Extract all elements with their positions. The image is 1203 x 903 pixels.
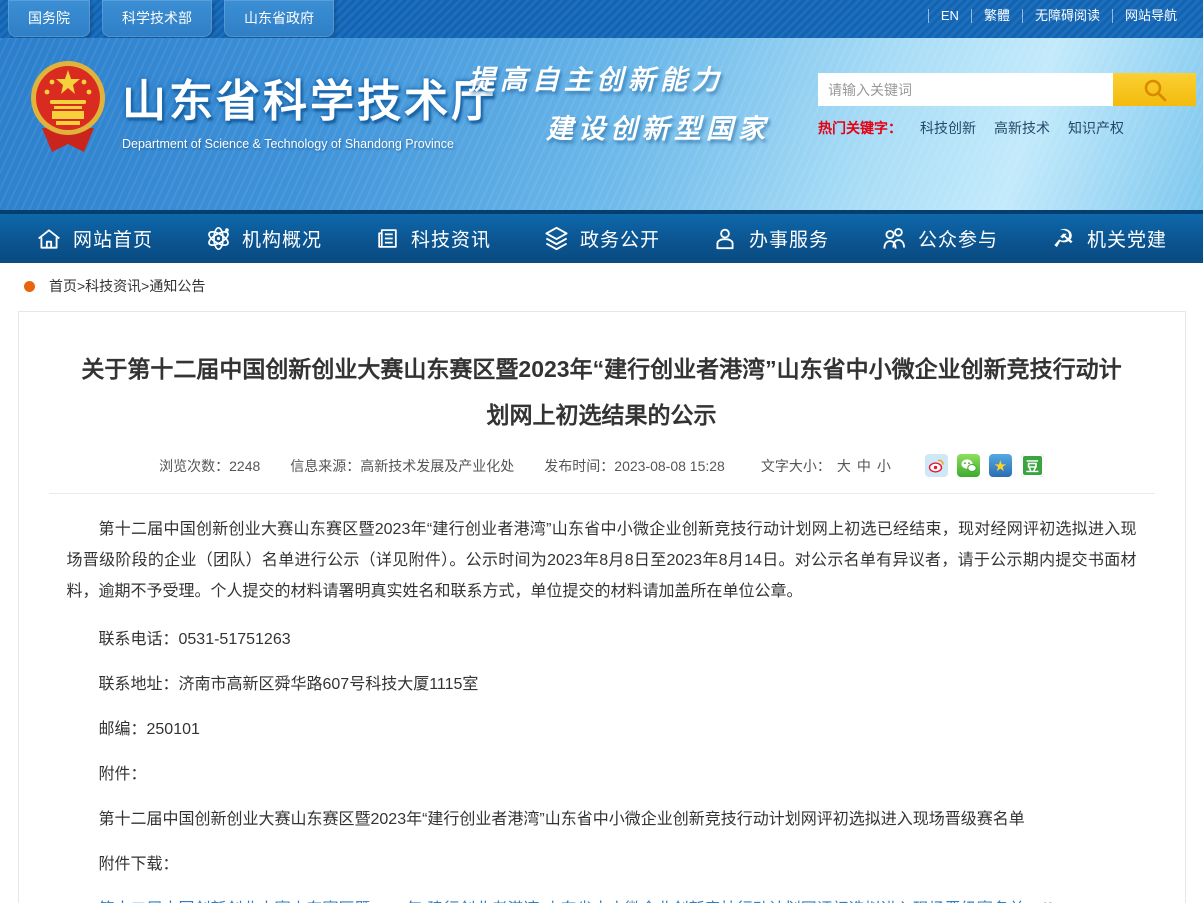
breadcrumb[interactable]: 首页>科技资讯>通知公告 (49, 276, 205, 296)
brand-text: 山东省科学技术厅 Department of Science & Technol… (122, 65, 498, 151)
person-icon (712, 225, 739, 252)
views-label: 浏览次数： (159, 458, 229, 474)
nav-item-gov-info[interactable]: 政务公开 (543, 225, 660, 252)
share-wechat-button[interactable] (957, 454, 980, 477)
nav-item-participation[interactable]: 公众参与 (881, 225, 998, 252)
article-paragraph: 第十二届中国创新创业大赛山东赛区暨2023年“建行创业者港湾”山东省中小微企业创… (67, 514, 1137, 607)
share-douban-button[interactable]: 豆 (1021, 454, 1044, 477)
utility-links: EN 繁體 无障碍阅读 网站导航 (928, 0, 1203, 23)
article-body: 第十二届中国创新创业大赛山东赛区暨2023年“建行创业者港湾”山东省中小微企业创… (67, 514, 1137, 903)
hot-keywords-row: 热门关键字： 科技创新 高新技术 知识产权 (818, 118, 1196, 138)
contact-phone-line: 联系电话：0531-51751263 (67, 628, 1137, 652)
search-button[interactable] (1113, 73, 1196, 106)
nav-label: 网站首页 (73, 225, 153, 252)
attachment-download-label: 附件下载： (67, 853, 1137, 877)
link-site-map[interactable]: 网站导航 (1112, 9, 1189, 23)
site-banner: 山东省科学技术厅 Department of Science & Technol… (0, 38, 1203, 210)
link-state-council[interactable]: 国务院 (8, 0, 90, 37)
nav-item-org[interactable]: 机构概况 (205, 225, 322, 252)
source-info: 信息来源：高新技术发展及产业化处 (290, 456, 514, 476)
slogan-line-2: 建设创新型国家 (546, 107, 770, 146)
fontsize-large-button[interactable]: 大 (837, 458, 851, 474)
breadcrumb-bar: 首页>科技资讯>通知公告 (0, 263, 1203, 309)
views-count: 浏览次数：2248 (159, 456, 260, 476)
site-title: 山东省科学技术厅 (122, 65, 498, 129)
site-subtitle: Department of Science & Technology of Sh… (122, 137, 498, 151)
nav-label: 科技资讯 (411, 225, 491, 252)
publish-date: 发布时间：2023-08-08 15:28 (544, 456, 725, 476)
date-label: 发布时间： (544, 458, 614, 474)
breadcrumb-bullet-icon (24, 281, 35, 292)
source-value: 高新技术发展及产业化处 (360, 458, 514, 474)
hot-keyword-tech-innovation[interactable]: 科技创新 (920, 118, 976, 138)
link-shandong-gov[interactable]: 山东省政府 (224, 0, 334, 37)
banner-slogan: 提高自主创新能力 建设创新型国家 (468, 58, 770, 146)
font-size-control: 文字大小： 大中小 (755, 456, 891, 476)
hot-keyword-high-tech[interactable]: 高新技术 (994, 118, 1050, 138)
date-value: 2023-08-08 15:28 (614, 458, 725, 474)
top-utility-bar: 国务院 科学技术部 山东省政府 EN 繁體 无障碍阅读 网站导航 (0, 0, 1203, 38)
zip-code-line: 邮编：250101 (67, 718, 1137, 742)
layers-icon (543, 225, 570, 252)
fontsize-medium-button[interactable]: 中 (857, 458, 871, 474)
link-traditional-chinese[interactable]: 繁體 (971, 9, 1022, 23)
site-brand[interactable]: 山东省科学技术厅 Department of Science & Technol… (28, 56, 498, 160)
news-icon (374, 225, 401, 252)
hot-keyword-ip[interactable]: 知识产权 (1068, 118, 1124, 138)
article-title: 关于第十二届中国创新创业大赛山东赛区暨2023年“建行创业者港湾”山东省中小微企… (67, 346, 1137, 438)
nav-item-party[interactable]: ☭ 机关党建 (1050, 225, 1167, 252)
share-qzone-button[interactable]: ★ (989, 454, 1012, 477)
source-label: 信息来源： (290, 458, 360, 474)
article-card: 关于第十二届中国创新创业大赛山东赛区暨2023年“建行创业者港湾”山东省中小微企… (18, 311, 1186, 903)
search-icon (1142, 77, 1168, 103)
article-meta-row: 浏览次数：2248 信息来源：高新技术发展及产业化处 发布时间：2023-08-… (67, 454, 1137, 477)
link-accessibility[interactable]: 无障碍阅读 (1022, 9, 1112, 23)
wechat-icon (960, 457, 977, 474)
home-icon (36, 225, 63, 252)
nav-label: 机构概况 (242, 225, 322, 252)
contact-address-line: 联系地址：济南市高新区舜华路607号科技大厦1115室 (67, 673, 1137, 697)
weibo-icon (928, 457, 945, 474)
nav-label: 机关党建 (1087, 225, 1167, 252)
search-zone: 热门关键字： 科技创新 高新技术 知识产权 (818, 73, 1196, 138)
nav-label: 公众参与 (918, 225, 998, 252)
attachment-name: 第十二届中国创新创业大赛山东赛区暨2023年“建行创业者港湾”山东省中小微企业创… (67, 808, 1137, 832)
fontsize-label: 文字大小： (761, 458, 831, 474)
douban-icon: 豆 (1026, 456, 1039, 475)
hot-keywords-label: 热门关键字： (818, 118, 902, 138)
nav-item-home[interactable]: 网站首页 (36, 225, 153, 252)
gov-quick-links: 国务院 科学技术部 山东省政府 (0, 0, 334, 37)
main-nav: 网站首页 机构概况 科技资讯 政务公开 (0, 210, 1203, 263)
share-weibo-button[interactable] (925, 454, 948, 477)
nav-label: 政务公开 (580, 225, 660, 252)
slogan-line-1: 提高自主创新能力 (468, 58, 770, 97)
national-emblem-icon (28, 56, 108, 160)
nav-item-news[interactable]: 科技资讯 (374, 225, 491, 252)
link-english[interactable]: EN (928, 9, 971, 23)
nav-label: 办事服务 (749, 225, 829, 252)
search-input[interactable] (818, 73, 1113, 106)
atom-icon (205, 225, 232, 252)
attachment-label: 附件： (67, 763, 1137, 787)
views-value: 2248 (229, 458, 260, 474)
meta-divider (49, 493, 1155, 494)
people-icon (881, 225, 908, 252)
share-icons: ★ 豆 (925, 454, 1044, 477)
party-building-icon: ☭ (1050, 225, 1077, 252)
nav-item-services[interactable]: 办事服务 (712, 225, 829, 252)
link-most[interactable]: 科学技术部 (102, 0, 212, 37)
fontsize-small-button[interactable]: 小 (877, 458, 891, 474)
qzone-star-icon: ★ (994, 457, 1007, 475)
